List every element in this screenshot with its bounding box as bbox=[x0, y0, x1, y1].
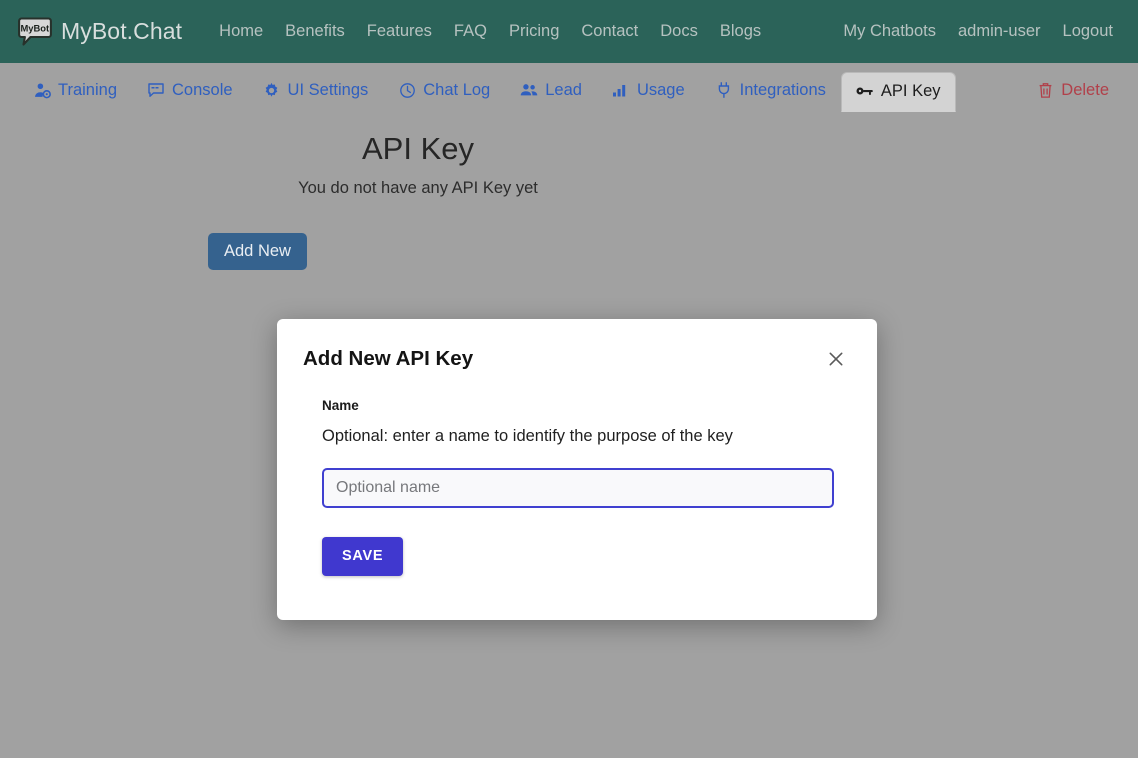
plug-icon bbox=[715, 81, 733, 99]
brand-name: MyBot.Chat bbox=[61, 18, 182, 45]
modal-body: Name Optional: enter a name to identify … bbox=[277, 372, 877, 508]
mybot-logo-icon: MyBot bbox=[18, 17, 52, 47]
tab-chat-log[interactable]: Chat Log bbox=[383, 71, 505, 111]
tab-integrations[interactable]: Integrations bbox=[700, 71, 841, 111]
nav-link-home[interactable]: Home bbox=[208, 16, 274, 47]
name-field-help-text: Optional: enter a name to identify the p… bbox=[322, 427, 831, 446]
account-nav: My Chatbots admin-user Logout bbox=[832, 16, 1124, 47]
modal-footer: SAVE bbox=[277, 508, 877, 620]
trash-icon bbox=[1036, 81, 1054, 99]
tab-delete[interactable]: Delete bbox=[1021, 71, 1124, 111]
tab-label: Training bbox=[58, 82, 117, 99]
name-field-label: Name bbox=[322, 398, 831, 413]
nav-link-pricing[interactable]: Pricing bbox=[498, 16, 570, 47]
brand-logo-link[interactable]: MyBot MyBot.Chat bbox=[18, 17, 182, 47]
nav-link-benefits[interactable]: Benefits bbox=[274, 16, 356, 47]
tab-lead[interactable]: Lead bbox=[505, 71, 597, 111]
gear-icon bbox=[263, 81, 281, 99]
nav-link-faq[interactable]: FAQ bbox=[443, 16, 498, 47]
modal-title: Add New API Key bbox=[303, 347, 473, 372]
nav-link-features[interactable]: Features bbox=[356, 16, 443, 47]
name-input[interactable] bbox=[322, 468, 834, 508]
person-gear-icon bbox=[33, 81, 51, 99]
key-icon bbox=[856, 82, 874, 100]
nav-link-blogs[interactable]: Blogs bbox=[709, 16, 772, 47]
close-button[interactable] bbox=[825, 349, 847, 371]
tab-label: UI Settings bbox=[288, 82, 369, 99]
tab-label: Integrations bbox=[740, 82, 826, 99]
tab-label: Usage bbox=[637, 82, 685, 99]
tab-label: API Key bbox=[881, 83, 941, 100]
tab-usage[interactable]: Usage bbox=[597, 71, 700, 111]
bar-chart-icon bbox=[612, 81, 630, 99]
page-body: Add New API Key You do not have any API … bbox=[0, 111, 1138, 758]
modal-overlay: Add New API Key Name Optional: enter a n… bbox=[0, 111, 1138, 758]
tab-label: Chat Log bbox=[423, 82, 490, 99]
clock-icon bbox=[398, 81, 416, 99]
primary-nav: Home Benefits Features FAQ Pricing Conta… bbox=[208, 16, 772, 47]
close-icon bbox=[827, 350, 845, 371]
nav-link-docs[interactable]: Docs bbox=[649, 16, 709, 47]
nav-link-my-chatbots[interactable]: My Chatbots bbox=[832, 16, 947, 47]
people-icon bbox=[520, 81, 538, 99]
chat-bubble-icon bbox=[147, 81, 165, 99]
top-navbar: MyBot MyBot.Chat Home Benefits Features … bbox=[0, 0, 1138, 63]
nav-link-contact[interactable]: Contact bbox=[570, 16, 649, 47]
add-api-key-modal: Add New API Key Name Optional: enter a n… bbox=[277, 319, 877, 620]
tab-training[interactable]: Training bbox=[18, 71, 132, 111]
save-button[interactable]: SAVE bbox=[322, 537, 403, 576]
tab-console[interactable]: Console bbox=[132, 71, 248, 111]
tab-api-key[interactable]: API Key bbox=[841, 72, 956, 112]
chatbot-tabstrip: Training Console UI Settings Cha bbox=[0, 63, 1138, 111]
tab-label: Delete bbox=[1061, 82, 1109, 99]
nav-link-admin-user[interactable]: admin-user bbox=[947, 16, 1052, 47]
nav-link-logout[interactable]: Logout bbox=[1052, 16, 1124, 47]
svg-text:MyBot: MyBot bbox=[20, 22, 49, 33]
modal-header: Add New API Key bbox=[277, 319, 877, 372]
tab-ui-settings[interactable]: UI Settings bbox=[248, 71, 384, 111]
tab-label: Console bbox=[172, 82, 233, 99]
tab-label: Lead bbox=[545, 82, 582, 99]
